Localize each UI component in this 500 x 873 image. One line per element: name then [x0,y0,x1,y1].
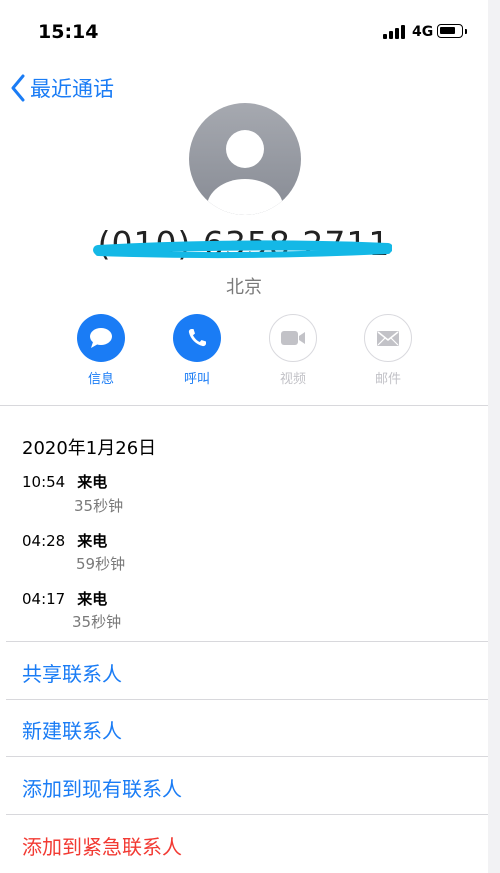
battery-icon [437,24,467,38]
section-divider [6,641,488,642]
call-action-label: 呼叫 [183,372,210,387]
chevron-left-icon [11,74,25,102]
envelope-icon [364,314,412,362]
redaction-scribble [93,240,392,259]
message-bubble-icon [77,314,125,362]
share-contact-button[interactable]: 共享联系人 [22,658,122,687]
call-entry: 10:54 来电 [22,471,107,492]
message-action[interactable]: 信息 [71,314,131,387]
back-button[interactable]: 最近通话 [10,72,114,104]
add-to-emergency-contact-button[interactable]: 添加到紧急联系人 [22,831,182,860]
mail-action-label: 邮件 [374,372,401,387]
call-duration: 35秒钟 [72,613,122,631]
status-bar: 15:14 4G [0,0,488,62]
section-divider [0,405,488,406]
phone-icon [173,314,221,362]
call-time: 10:54 [22,473,66,491]
new-contact-button[interactable]: 新建联系人 [22,715,122,744]
call-type: 来电 [77,532,108,550]
call-action[interactable]: 呼叫 [167,314,227,387]
back-label: 最近通话 [30,77,114,101]
mail-action[interactable]: 邮件 [358,314,418,387]
call-time: 04:17 [22,590,66,608]
call-entry: 04:28 来电 [22,530,107,551]
video-action[interactable]: 视频 [263,314,323,387]
row-divider [6,756,488,757]
signal-icon [383,25,409,39]
row-divider [6,814,488,815]
contact-detail-screen: 15:14 4G 最近通话 (010) 6358 2711 北京 信息 呼叫 视… [0,0,488,873]
avatar [189,103,301,215]
call-type: 来电 [77,473,108,491]
network-type: 4G [412,24,434,40]
message-action-label: 信息 [87,372,114,387]
add-to-existing-contact-button[interactable]: 添加到现有联系人 [22,773,182,802]
row-divider [6,699,488,700]
call-type: 来电 [77,590,108,608]
call-duration: 59秒钟 [76,555,126,573]
call-entry: 04:17 来电 [22,588,107,609]
call-duration: 35秒钟 [74,497,124,515]
status-time: 15:14 [38,21,99,43]
call-time: 04:28 [22,532,66,550]
person-silhouette-icon [207,130,283,215]
screen-edge [488,0,500,873]
call-history-date: 2020年1月26日 [22,438,157,459]
video-action-label: 视频 [279,372,306,387]
video-camera-icon [269,314,317,362]
number-location: 北京 [226,277,262,298]
